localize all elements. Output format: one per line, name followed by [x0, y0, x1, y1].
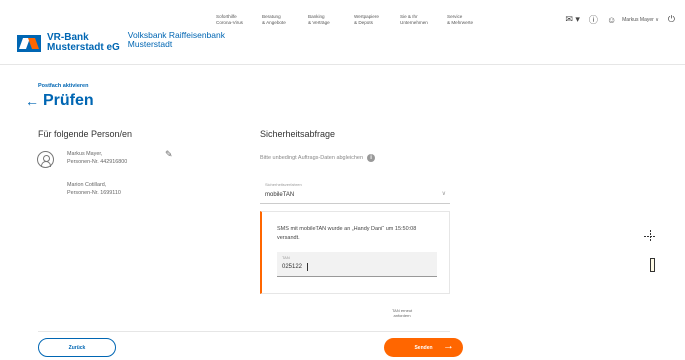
- breadcrumb[interactable]: Postfach aktivieren: [38, 83, 88, 89]
- select-value: mobileTAN: [265, 192, 295, 198]
- person-number: Personen-Nr. 442916800: [67, 159, 128, 165]
- footer-divider: [38, 331, 450, 332]
- nav-label: & Verträge: [308, 19, 330, 25]
- header-actions: ✉ ▾ ⓘ ☺ Markus Mayer ∨ ⏻: [556, 13, 675, 26]
- page-title: Prüfen: [43, 92, 94, 109]
- mail-icon[interactable]: ✉ ▾: [565, 14, 580, 25]
- tan-input[interactable]: TAN 025122: [277, 252, 437, 277]
- bank-logo[interactable]: VR-Bank Musterstadt eG Volksbank Raiffei…: [17, 31, 225, 53]
- security-method-select[interactable]: Sicherheitsverfahren mobileTAN ∨: [260, 180, 450, 204]
- resend-line: anfordern: [393, 313, 411, 318]
- tan-label: TAN: [282, 255, 290, 260]
- nav-label: Unternehmen: [400, 19, 428, 25]
- arrow-right-icon: →: [443, 340, 454, 352]
- back-arrow-icon[interactable]: ←: [25, 93, 39, 109]
- nav-item-beratung[interactable]: Beratung & Angebote: [262, 14, 308, 25]
- crosshair-cursor-icon: [644, 230, 656, 242]
- vr-logo-icon: [17, 35, 41, 52]
- compare-text: Bitte unbedingt Auftrags-Daten abgleiche…: [260, 155, 364, 161]
- nav-label: & Angebote: [262, 19, 286, 25]
- nav-item-service[interactable]: Service & Mehrwerte: [447, 14, 493, 25]
- send-button[interactable]: Senden →: [384, 338, 463, 357]
- nav-item-banking[interactable]: Banking & Verträge: [308, 14, 354, 25]
- send-label: Senden: [414, 344, 433, 351]
- nav-label: Corona-Virus: [216, 19, 243, 25]
- compare-hint: Bitte unbedingt Auftrags-Daten abgleiche…: [260, 154, 376, 162]
- logo-bank-name: VR-Bank Musterstadt eG: [47, 33, 120, 53]
- tan-value: 025122: [282, 264, 303, 270]
- persons-heading: Für folgende Person/en: [38, 129, 133, 139]
- avatar-icon: [37, 151, 54, 168]
- resend-tan-link[interactable]: TAN erneut anfordern: [392, 308, 412, 318]
- person-name: Markus Mayer,: [67, 151, 103, 157]
- text-caret: [307, 263, 308, 271]
- header: VR-Bank Musterstadt eG Volksbank Raiffei…: [0, 0, 685, 64]
- sms-notice: SMS mit mobileTAN wurde an „Handy Dani“ …: [277, 226, 417, 241]
- logout-icon[interactable]: ⏻: [668, 14, 675, 25]
- back-button[interactable]: Zurück: [38, 338, 116, 357]
- nav-item-wertpapiere[interactable]: Wertpapiere & Depots: [354, 14, 400, 25]
- title-row: ← Prüfen: [25, 92, 94, 110]
- logo-sub-line2: Musterstadt: [127, 39, 173, 49]
- info-icon[interactable]: i: [367, 154, 376, 162]
- text-cursor-icon: [650, 258, 655, 272]
- top-navigation: Soforthilfe Corona-Virus Beratung & Ange…: [216, 14, 493, 25]
- security-heading: Sicherheitsabfrage: [260, 129, 336, 139]
- nav-label: & Depots: [354, 19, 373, 25]
- logo-subtitle: Volksbank Raiffeisenbank Musterstadt: [120, 31, 225, 49]
- tan-panel: SMS mit mobileTAN wurde an „Handy Dani“ …: [260, 211, 450, 294]
- person-item: Markus Mayer, Personen-Nr. 442916800: [67, 150, 127, 166]
- person-item: Marion Cotillard, Personen-Nr. 1699110: [67, 181, 121, 197]
- person-number: Personen-Nr. 1699110: [67, 190, 121, 196]
- user-icon[interactable]: ☺: [607, 15, 616, 25]
- user-menu[interactable]: Markus Mayer ∨: [622, 17, 659, 23]
- header-divider: [0, 64, 685, 65]
- help-icon[interactable]: ⓘ: [589, 13, 598, 26]
- chevron-down-icon: ∨: [441, 191, 446, 197]
- select-label: Sicherheitsverfahren: [265, 182, 302, 187]
- edit-pencil-icon[interactable]: ✎: [165, 149, 173, 160]
- nav-label: & Mehrwerte: [447, 19, 474, 25]
- nav-item-soforthilfe[interactable]: Soforthilfe Corona-Virus: [216, 14, 262, 25]
- nav-item-unternehmen[interactable]: Sie & Ihr Unternehmen: [400, 14, 447, 25]
- logo-bank-line2: Musterstadt eG: [47, 42, 120, 53]
- person-name: Marion Cotillard,: [67, 182, 107, 188]
